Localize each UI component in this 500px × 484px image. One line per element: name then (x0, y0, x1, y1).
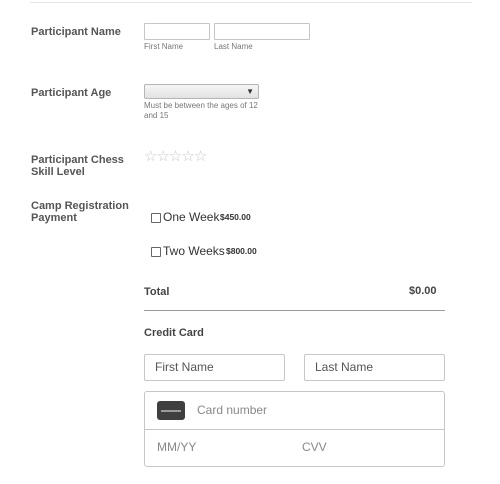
first-name-input[interactable] (144, 23, 210, 40)
participant-name-label: Participant Name (31, 26, 121, 38)
last-name-sublabel: Last Name (214, 42, 253, 51)
star-icon[interactable]: ☆ (156, 148, 169, 165)
cc-last-name-placeholder: Last Name (315, 360, 374, 374)
one-week-label[interactable]: One Week (163, 210, 219, 224)
star-icon[interactable]: ☆ (144, 148, 157, 165)
expiry-input[interactable]: MM/YY (157, 440, 196, 454)
payment-label: Camp Registration Payment (31, 200, 129, 224)
cvv-input[interactable]: CVV (302, 440, 327, 454)
chevron-down-icon: ▼ (246, 87, 254, 96)
card-number-input[interactable]: Card number (197, 403, 267, 417)
total-value: $0.00 (409, 285, 437, 297)
age-hint: Must be between the ages of 12 and 15 (144, 101, 258, 120)
credit-card-icon (157, 401, 185, 420)
star-icon[interactable]: ☆ (194, 148, 207, 165)
two-weeks-checkbox[interactable] (151, 247, 161, 257)
cc-last-name-input[interactable]: Last Name (304, 354, 445, 381)
star-rating[interactable]: ☆☆☆☆☆ (144, 148, 207, 165)
two-weeks-label[interactable]: Two Weeks (163, 244, 225, 258)
card-box-divider (145, 429, 444, 430)
credit-card-title: Credit Card (144, 327, 204, 339)
card-details-box: Card number MM/YY CVV (144, 391, 445, 467)
top-divider (30, 2, 472, 3)
one-week-price: $450.00 (220, 212, 251, 222)
age-select[interactable]: ▼ (144, 84, 259, 99)
star-icon[interactable]: ☆ (169, 148, 182, 165)
star-icon[interactable]: ☆ (181, 148, 194, 165)
total-divider (144, 310, 445, 311)
one-week-checkbox[interactable] (151, 213, 161, 223)
cc-first-name-input[interactable]: First Name (144, 354, 285, 381)
first-name-sublabel: First Name (144, 42, 184, 51)
cc-first-name-placeholder: First Name (155, 360, 214, 374)
total-label: Total (144, 286, 170, 298)
two-weeks-price: $800.00 (226, 246, 257, 256)
last-name-input[interactable] (214, 23, 310, 40)
participant-age-label: Participant Age (31, 87, 112, 99)
skill-level-label: Participant Chess Skill Level (31, 154, 124, 178)
